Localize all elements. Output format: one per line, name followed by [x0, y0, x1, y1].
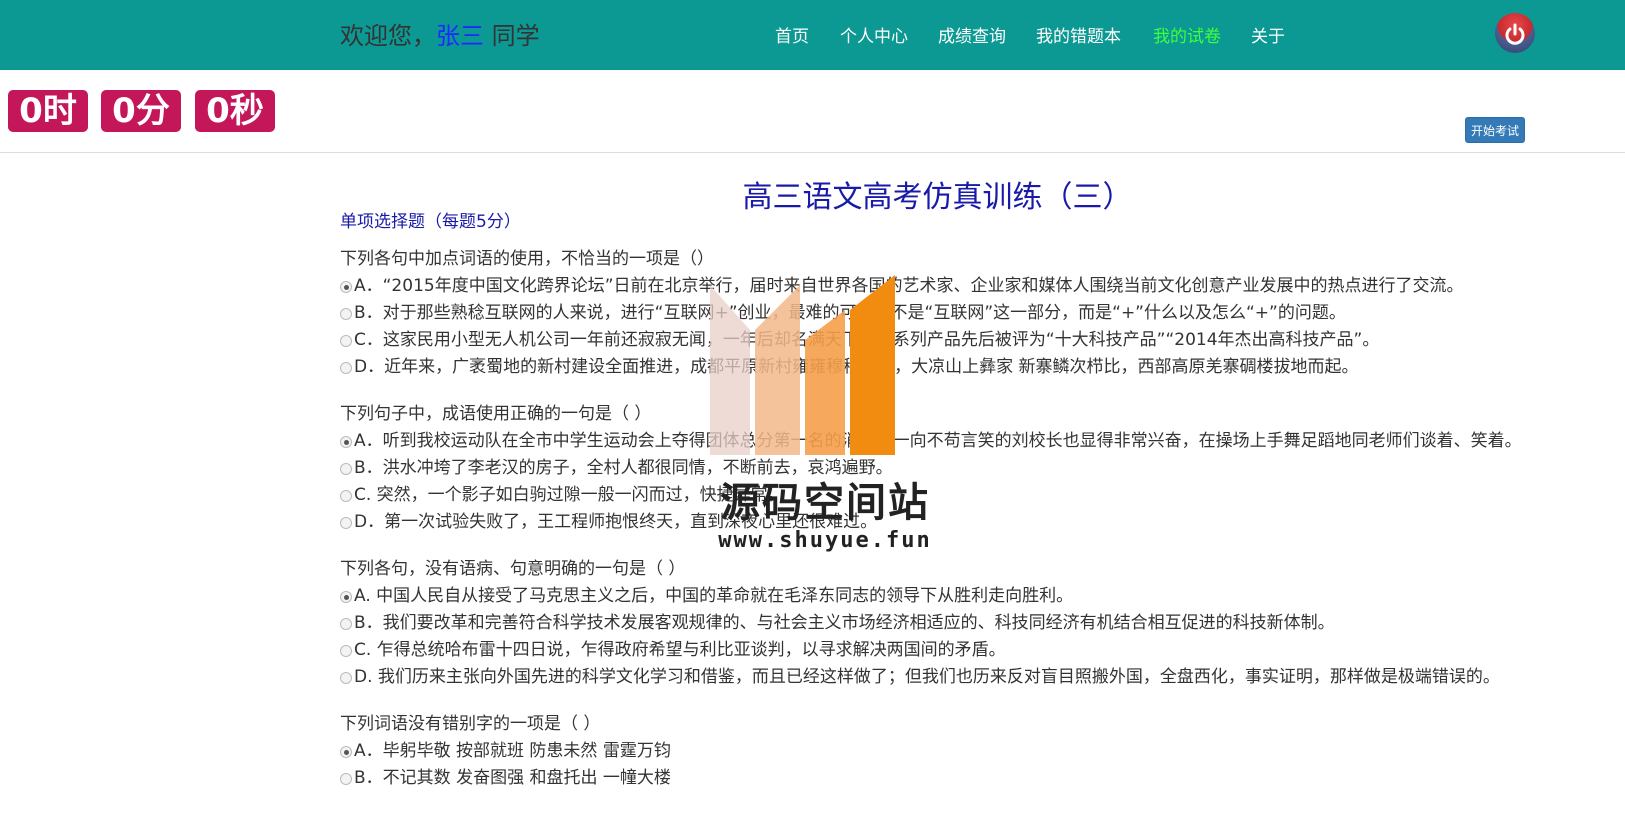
option-c[interactable]: C. 突然，一个影子如白驹过隙一般一闪而过，快捷异常。	[340, 482, 1535, 509]
option-label: D．第一次试验失败了，王工程师抱恨终天，直到深夜心里还很难过。	[354, 512, 878, 532]
logout-button[interactable]	[1495, 13, 1535, 53]
option-a[interactable]: A．毕躬毕敬 按部就班 防患未然 雷霆万钧	[340, 738, 1535, 765]
option-a[interactable]: A．听到我校运动队在全市中学生运动会上夺得团体总分第一名的消息，一向不苟言笑的刘…	[340, 428, 1535, 455]
main-nav: 首页 个人中心 成绩查询 我的错题本 我的试卷 关于	[0, 22, 1625, 48]
nav-about[interactable]: 关于	[1251, 22, 1285, 47]
option-b[interactable]: B．洪水冲垮了李老汉的房子，全村人都很同情，不断前去，哀鸿遍野。	[340, 455, 1535, 482]
option-label: A．“2015年度中国文化跨界论坛”日前在北京举行，届时来自世界各国的艺术家、企…	[354, 276, 1464, 296]
start-exam-button[interactable]: 开始考试	[1465, 117, 1525, 143]
timer-hours: 0时	[8, 90, 88, 132]
option-b[interactable]: B．对于那些熟稔互联网的人来说，进行“互联网+”创业，最难的可能并不是“互联网”…	[340, 300, 1535, 327]
timer-minutes: 0分	[101, 90, 181, 132]
nav-home[interactable]: 首页	[775, 22, 809, 47]
option-label: A．听到我校运动队在全市中学生运动会上夺得团体总分第一名的消息，一向不苟言笑的刘…	[354, 431, 1522, 451]
radio-button[interactable]	[340, 645, 352, 657]
nav-mistakes[interactable]: 我的错题本	[1036, 22, 1121, 47]
nav-my-exams[interactable]: 我的试卷	[1153, 22, 1221, 47]
radio-button[interactable]	[340, 362, 352, 374]
option-label: C. 乍得总统哈布雷十四日说，乍得政府希望与利比亚谈判，以寻求解决两国间的矛盾。	[354, 640, 1006, 660]
radio-button[interactable]	[340, 517, 352, 529]
nav-profile[interactable]: 个人中心	[840, 22, 908, 47]
timer-seconds: 0秒	[195, 90, 275, 132]
question-list: 下列各句中加点词语的使用，不恰当的一项是（） A．“2015年度中国文化跨界论坛…	[340, 246, 1535, 812]
option-d[interactable]: D. 我们历来主张向外国先进的科学文化学习和借鉴，而且已经这样做了；但我们也历来…	[340, 664, 1535, 691]
question-text: 下列各句，没有语病、句意明确的一句是（ ）	[340, 559, 686, 579]
radio-button[interactable]	[340, 463, 352, 475]
radio-button[interactable]	[340, 490, 352, 502]
option-c[interactable]: C．这家民用小型无人机公司一年前还寂寂无闻，一年后却名满天下，其系列产品先后被评…	[340, 327, 1535, 354]
question-4: 下列词语没有错别字的一项是（ ） A．毕躬毕敬 按部就班 防患未然 雷霆万钧 B…	[340, 711, 1535, 792]
option-label: C. 突然，一个影子如白驹过隙一般一闪而过，快捷异常。	[354, 485, 785, 505]
radio-button[interactable]	[340, 746, 352, 758]
option-b[interactable]: B．不记其数 发奋图强 和盘托出 一幢大楼	[340, 765, 1535, 792]
radio-button[interactable]	[340, 591, 352, 603]
option-label: D. 我们历来主张向外国先进的科学文化学习和借鉴，而且已经这样做了；但我们也历来…	[354, 667, 1500, 687]
option-a[interactable]: A．“2015年度中国文化跨界论坛”日前在北京举行，届时来自世界各国的艺术家、企…	[340, 273, 1535, 300]
radio-button[interactable]	[340, 773, 352, 785]
option-label: A．毕躬毕敬 按部就班 防患未然 雷霆万钧	[354, 741, 671, 761]
option-label: A. 中国人民自从接受了马克思主义之后，中国的革命就在毛泽东同志的领导下从胜利走…	[354, 586, 1074, 606]
option-label: C．这家民用小型无人机公司一年前还寂寂无闻，一年后却名满天下，其系列产品先后被评…	[354, 330, 1380, 350]
option-label: B．对于那些熟稔互联网的人来说，进行“互联网+”创业，最难的可能并不是“互联网”…	[354, 303, 1346, 323]
option-label: B．我们要改革和完善符合科学技术发展客观规律的、与社会主义市场经济相适应的、科技…	[354, 613, 1335, 633]
question-2: 下列句子中，成语使用正确的一句是（ ） A．听到我校运动队在全市中学生运动会上夺…	[340, 401, 1535, 536]
option-c[interactable]: C. 乍得总统哈布雷十四日说，乍得政府希望与利比亚谈判，以寻求解决两国间的矛盾。	[340, 637, 1535, 664]
option-label: B．不记其数 发奋图强 和盘托出 一幢大楼	[354, 768, 671, 788]
radio-button[interactable]	[340, 618, 352, 630]
top-navbar: 欢迎您，张三 同学 首页 个人中心 成绩查询 我的错题本 我的试卷 关于	[0, 0, 1625, 70]
header-divider	[0, 152, 1625, 153]
option-d[interactable]: D．第一次试验失败了，王工程师抱恨终天，直到深夜心里还很难过。	[340, 509, 1535, 536]
radio-button[interactable]	[340, 436, 352, 448]
radio-button[interactable]	[340, 672, 352, 684]
question-3: 下列各句，没有语病、句意明确的一句是（ ） A. 中国人民自从接受了马克思主义之…	[340, 556, 1535, 691]
section-heading: 单项选择题（每题5分）	[340, 212, 521, 232]
question-text: 下列各句中加点词语的使用，不恰当的一项是（）	[340, 249, 714, 269]
nav-scores[interactable]: 成绩查询	[938, 22, 1006, 47]
exam-title: 高三语文高考仿真训练（三）	[742, 180, 1133, 215]
radio-button[interactable]	[340, 308, 352, 320]
question-text: 下列句子中，成语使用正确的一句是（ ）	[340, 404, 652, 424]
option-b[interactable]: B．我们要改革和完善符合科学技术发展客观规律的、与社会主义市场经济相适应的、科技…	[340, 610, 1535, 637]
option-a[interactable]: A. 中国人民自从接受了马克思主义之后，中国的革命就在毛泽东同志的领导下从胜利走…	[340, 583, 1535, 610]
radio-button[interactable]	[340, 335, 352, 347]
radio-button[interactable]	[340, 281, 352, 293]
question-text: 下列词语没有错别字的一项是（ ）	[340, 714, 601, 734]
option-label: B．洪水冲垮了李老汉的房子，全村人都很同情，不断前去，哀鸿遍野。	[354, 458, 893, 478]
option-label: D．近年来，广袤蜀地的新村建设全面推进，成都平原新村雍雍穆穆棋雍，大凉山上彝家 …	[354, 357, 1359, 377]
question-1: 下列各句中加点词语的使用，不恰当的一项是（） A．“2015年度中国文化跨界论坛…	[340, 246, 1535, 381]
option-d[interactable]: D．近年来，广袤蜀地的新村建设全面推进，成都平原新村雍雍穆穆棋雍，大凉山上彝家 …	[340, 354, 1535, 381]
power-icon	[1505, 23, 1525, 45]
